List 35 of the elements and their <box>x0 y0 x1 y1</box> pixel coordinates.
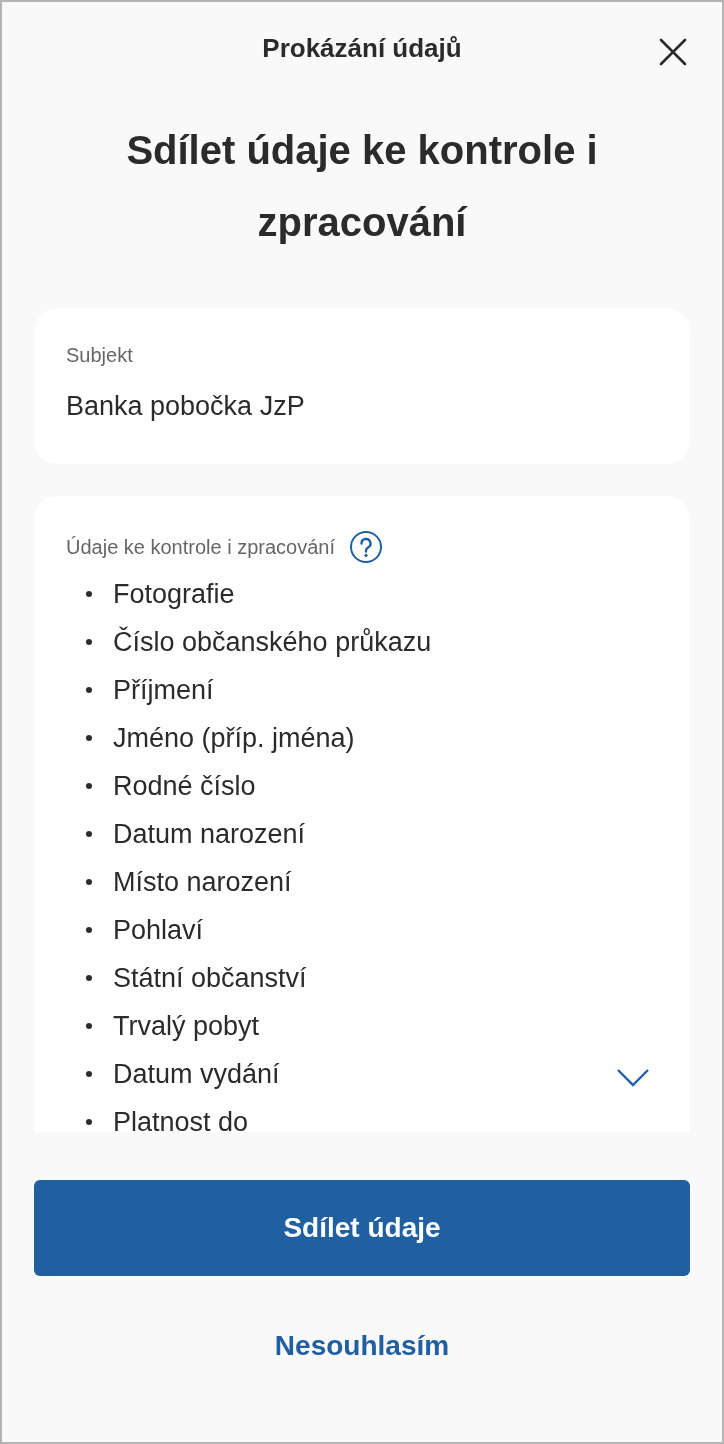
subject-value: Banka pobočka JzP <box>66 391 306 422</box>
bullet-icon <box>86 975 92 981</box>
data-item: Datum narození <box>113 818 306 850</box>
data-item: Příjmení <box>113 674 214 706</box>
data-item: Rodné číslo <box>113 770 256 802</box>
page-heading: Sdílet údaje ke kontrole i zpracování <box>125 127 599 246</box>
bullet-icon <box>86 1119 92 1125</box>
help-icon[interactable] <box>349 530 384 564</box>
data-item: Místo narození <box>113 866 292 898</box>
chevron-down-icon[interactable] <box>616 1068 650 1088</box>
bullet-icon <box>86 687 92 693</box>
data-item: Platnost do <box>113 1106 249 1132</box>
bullet-icon <box>86 879 92 885</box>
share-button[interactable]: Sdílet údaje <box>34 1180 690 1276</box>
bullet-icon <box>86 831 92 837</box>
bullet-icon <box>86 591 92 597</box>
bullet-icon <box>86 927 92 933</box>
data-item: Trvalý pobyt <box>113 1010 260 1042</box>
subject-label: Subjekt <box>66 344 134 367</box>
data-item: Státní občanství <box>113 962 307 994</box>
data-label: Údaje ke kontrole i zpracování <box>66 535 336 559</box>
bullet-icon <box>86 783 92 789</box>
close-button[interactable] <box>658 37 688 67</box>
data-item: Datum vydání <box>113 1058 280 1090</box>
decline-button[interactable]: Nesouhlasím <box>274 1330 450 1362</box>
data-item: Pohlaví <box>113 914 204 946</box>
data-item: Jméno (příp. jména) <box>113 722 355 754</box>
screen-title: Prokázání údajů <box>262 32 462 64</box>
bullet-icon <box>86 1023 92 1029</box>
data-item: Číslo občanského průkazu <box>113 626 432 658</box>
close-icon <box>658 37 688 67</box>
bullet-icon <box>86 639 92 645</box>
data-item: Fotografie <box>113 578 235 610</box>
bullet-icon <box>86 1071 92 1077</box>
bullet-icon <box>86 735 92 741</box>
